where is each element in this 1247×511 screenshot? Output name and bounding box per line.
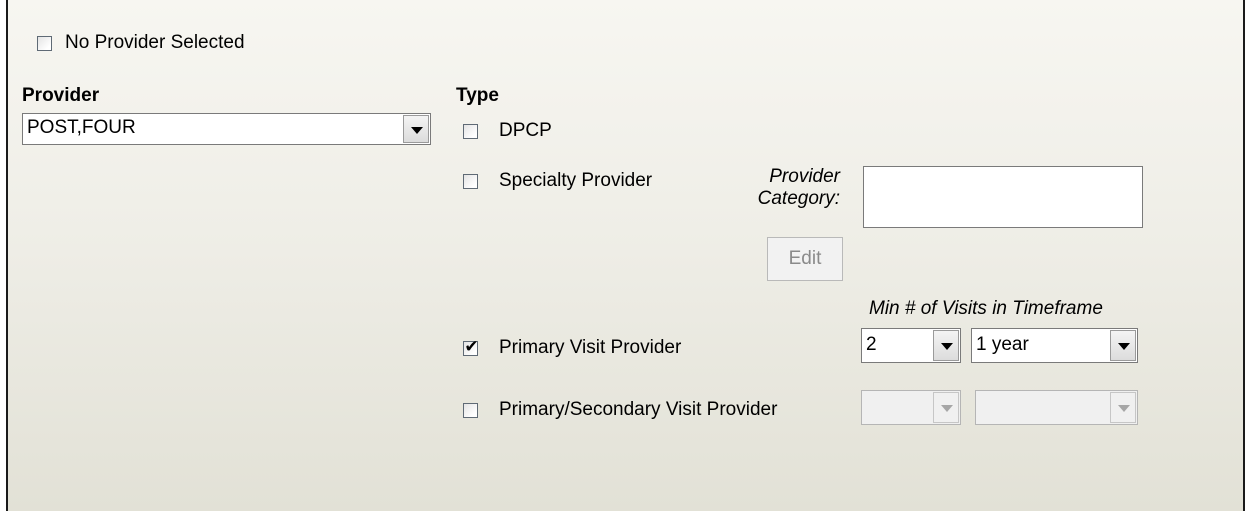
dpcp-label: DPCP xyxy=(499,120,552,141)
chevron-down-icon xyxy=(1118,405,1130,412)
provider-filter-panel: No Provider Selected Provider POST,FOUR … xyxy=(6,0,1245,511)
specialty-provider-checkbox[interactable] xyxy=(463,174,478,189)
chevron-down-icon xyxy=(411,127,423,134)
primary-visit-count-dropdown-button[interactable] xyxy=(933,330,959,361)
primary-visit-count-dropdown[interactable]: 2 xyxy=(861,328,961,363)
primary-visit-checkbox[interactable]: ✔ xyxy=(463,337,479,357)
edit-button[interactable]: Edit xyxy=(767,237,843,281)
chevron-down-icon xyxy=(941,405,953,412)
min-visits-heading: Min # of Visits in Timeframe xyxy=(869,298,1103,319)
provider-category-label-line2: Category: xyxy=(757,188,840,209)
provider-category-label: Provider Category: xyxy=(750,166,840,210)
dpcp-checkbox[interactable] xyxy=(463,124,478,139)
primary-secondary-visit-count-dropdown-button[interactable] xyxy=(933,392,959,423)
type-heading: Type xyxy=(456,85,499,106)
no-provider-label: No Provider Selected xyxy=(65,32,245,53)
primary-visit-timeframe-value: 1 year xyxy=(976,334,1029,355)
primary-visit-timeframe-dropdown-button[interactable] xyxy=(1110,330,1136,361)
chevron-down-icon xyxy=(1118,343,1130,350)
provider-dropdown-button[interactable] xyxy=(403,115,429,143)
check-icon: ✔ xyxy=(464,337,479,357)
primary-secondary-visit-label: Primary/Secondary Visit Provider xyxy=(499,399,778,420)
primary-secondary-visit-count-dropdown[interactable] xyxy=(861,390,961,425)
primary-visit-label: Primary Visit Provider xyxy=(499,337,682,358)
provider-dropdown[interactable]: POST,FOUR xyxy=(22,113,431,145)
no-provider-checkbox[interactable] xyxy=(37,36,52,51)
primary-secondary-visit-timeframe-dropdown[interactable] xyxy=(975,390,1138,425)
specialty-provider-label: Specialty Provider xyxy=(499,170,653,191)
chevron-down-icon xyxy=(941,343,953,350)
primary-visit-count-value: 2 xyxy=(866,334,877,355)
primary-visit-timeframe-dropdown[interactable]: 1 year xyxy=(971,328,1138,363)
provider-heading: Provider xyxy=(22,85,100,106)
provider-category-label-line1: Provider xyxy=(769,166,840,187)
primary-secondary-visit-timeframe-dropdown-button[interactable] xyxy=(1110,392,1136,423)
provider-category-field[interactable] xyxy=(863,166,1143,228)
provider-dropdown-value: POST,FOUR xyxy=(27,117,136,138)
primary-secondary-visit-checkbox[interactable] xyxy=(463,403,478,418)
